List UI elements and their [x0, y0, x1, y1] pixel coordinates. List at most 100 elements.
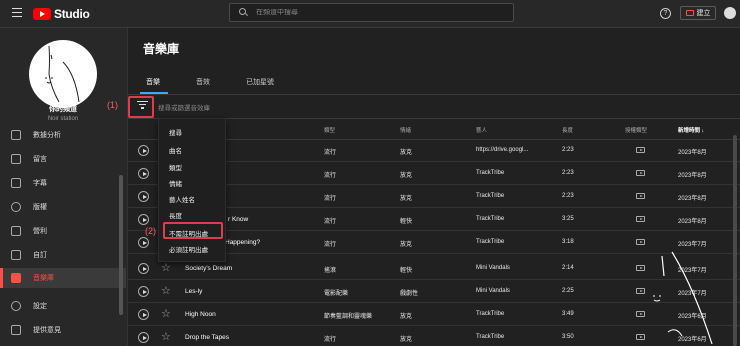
play-icon[interactable] [138, 191, 149, 202]
filter-dropdown-menu: 搜尋 曲名 類型 情緒 藝人姓名 長度 不需註明出處 必須註明出處 [158, 118, 226, 262]
menu-item-genre[interactable]: 類型 [169, 162, 182, 172]
track-date-added: 2023年8月 [678, 150, 707, 156]
track-artist[interactable]: TrackTribe [476, 216, 504, 222]
sidebar-item-label: 留言 [33, 156, 47, 163]
track-artist[interactable]: TrackTribe [476, 311, 504, 317]
sidebar-item-label: 版權 [33, 204, 47, 211]
feedback-icon [11, 325, 21, 335]
track-artist[interactable]: TrackTribe [476, 239, 504, 245]
sidebar-item-comments[interactable]: 留言 [0, 149, 126, 169]
track-date-added: 2023年8月 [678, 173, 707, 179]
sidebar: 你的頻道 Noir station 數據分析 留言 字幕 版權 營利 自訂 音樂… [0, 28, 128, 346]
track-date-added: 2023年7月 [678, 242, 707, 248]
sidebar-item-label: 提供意見 [33, 327, 61, 334]
track-genre: 搖滾 [324, 268, 337, 274]
sketch-doodle-icon [653, 251, 713, 345]
play-icon[interactable] [138, 214, 149, 225]
column-header-mood[interactable]: 情緒 [400, 126, 411, 134]
column-header-label: 新增時間 [678, 128, 701, 134]
track-duration: 2:25 [562, 288, 574, 294]
track-duration: 3:18 [562, 239, 574, 245]
avatar-sketch-icon [45, 45, 80, 103]
search-input[interactable] [256, 9, 496, 16]
star-icon[interactable]: ☆ [161, 284, 171, 298]
sidebar-item-customization[interactable]: 自訂 [0, 245, 126, 265]
play-icon[interactable] [138, 237, 149, 248]
track-artist[interactable]: Mini Vandals [476, 265, 510, 271]
column-header-artist[interactable]: 藝人 [476, 126, 487, 134]
sidebar-item-label: 設定 [33, 303, 47, 310]
column-header-genre[interactable]: 類型 [324, 126, 335, 134]
track-genre: 流行 [324, 242, 337, 248]
sidebar-item-feedback[interactable]: 提供意見 [0, 320, 126, 340]
sidebar-item-copyright[interactable]: 版權 [0, 197, 126, 217]
track-duration: 3:50 [562, 334, 574, 340]
audio-library-icon [11, 273, 21, 283]
sidebar-item-monetization[interactable]: 營利 [0, 221, 126, 241]
search-bar[interactable] [229, 3, 514, 22]
subtitles-icon [11, 178, 21, 188]
star-icon[interactable]: ☆ [161, 307, 171, 321]
track-duration: 2:23 [562, 193, 574, 199]
track-genre: 流行 [324, 196, 337, 202]
license-audio-library-icon [636, 193, 645, 199]
play-icon[interactable] [138, 168, 149, 179]
filter-bar[interactable]: 搜尋或篩選音效庫 [128, 95, 740, 118]
sidebar-item-settings[interactable]: 設定 [0, 296, 126, 316]
track-artist[interactable]: TrackTribe [476, 334, 504, 340]
search-icon[interactable] [239, 8, 248, 17]
track-genre: 流行 [324, 337, 337, 343]
play-icon[interactable] [138, 309, 149, 320]
license-audio-library-icon [636, 170, 645, 176]
table-row[interactable]: ☆ Les-ly 電影配樂 戲劇性 Mini Vandals 2:25 2023… [128, 281, 740, 303]
track-mood: 戲劇性 [400, 291, 419, 297]
tab-sound-effects[interactable]: 音效 [190, 77, 216, 93]
play-icon[interactable] [138, 263, 149, 274]
table-row[interactable]: ☆ Drop the Tapes 流行 放克 TrackTribe 3:50 2… [128, 327, 740, 346]
play-icon[interactable] [138, 332, 149, 343]
comments-icon [11, 154, 21, 164]
license-audio-library-icon [636, 288, 645, 294]
tab-starred[interactable]: 已加星號 [240, 77, 280, 93]
track-artist[interactable]: TrackTribe [476, 193, 504, 199]
menu-item-title[interactable]: 曲名 [169, 145, 182, 155]
create-button[interactable]: 建立 [680, 6, 716, 20]
license-audio-library-icon [636, 147, 645, 153]
play-icon[interactable] [138, 286, 149, 297]
license-audio-library-icon [636, 265, 645, 271]
tab-music[interactable]: 音樂 [140, 77, 166, 93]
table-row[interactable]: ☆ High Noon 節奏藍調和靈魂樂 放克 TrackTribe 3:49 … [128, 304, 740, 326]
account-avatar[interactable] [724, 7, 736, 19]
play-icon[interactable] [138, 145, 149, 156]
menu-item-attribution-required[interactable]: 必須註明出處 [169, 244, 208, 254]
menu-item-search[interactable]: 搜尋 [169, 127, 182, 137]
top-bar: Studio ? 建立 [0, 0, 740, 28]
menu-item-mood[interactable]: 情緒 [169, 178, 182, 188]
track-mood: 放克 [400, 337, 413, 343]
help-icon[interactable]: ? [660, 8, 671, 19]
track-artist[interactable]: TrackTribe [476, 170, 504, 176]
sidebar-item-subtitles[interactable]: 字幕 [0, 173, 126, 193]
studio-logo[interactable]: Studio [33, 7, 90, 21]
track-mood: 輕快 [400, 219, 413, 225]
sidebar-item-analytics[interactable]: 數據分析 [0, 125, 126, 145]
menu-item-duration[interactable]: 長度 [169, 210, 182, 220]
filter-placeholder[interactable]: 搜尋或篩選音效庫 [158, 102, 210, 112]
column-header-date-added[interactable]: 新增時間 ↓ [678, 126, 704, 134]
sidebar-scrollbar[interactable] [119, 175, 123, 315]
license-audio-library-icon [636, 239, 645, 245]
channel-handle: Noir station [47, 116, 79, 122]
column-header-license[interactable]: 授權類型 [625, 126, 647, 134]
menu-icon[interactable] [12, 8, 22, 18]
track-genre: 流行 [324, 173, 337, 179]
track-artist[interactable]: https://drive.googl... [476, 147, 528, 153]
star-icon[interactable]: ☆ [161, 330, 171, 344]
sidebar-item-audio-library[interactable]: 音樂庫 [0, 268, 126, 288]
channel-avatar[interactable] [29, 40, 97, 108]
track-artist[interactable]: Mini Vandals [476, 288, 510, 294]
star-icon[interactable]: ☆ [161, 261, 171, 275]
menu-item-artist-name[interactable]: 藝人姓名 [169, 194, 195, 204]
settings-icon [11, 301, 21, 311]
track-mood: 放克 [400, 150, 413, 156]
column-header-duration[interactable]: 長度 [562, 126, 573, 134]
